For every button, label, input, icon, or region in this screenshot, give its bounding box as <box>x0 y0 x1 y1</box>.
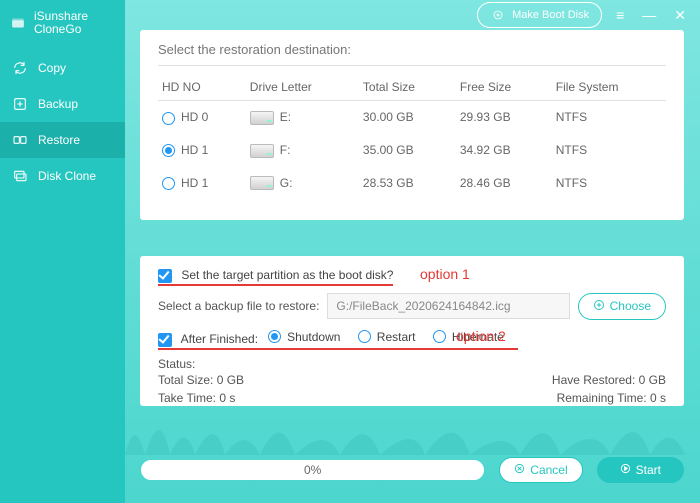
checkbox-after-finished[interactable] <box>158 333 172 347</box>
radio-icon[interactable] <box>162 177 175 190</box>
sidebar-item-label: Disk Clone <box>38 169 96 183</box>
set-boot-label: Set the target partition as the boot dis… <box>181 268 393 282</box>
annotation-option1: option 1 <box>420 266 470 282</box>
titlebar: Make Boot Disk ≡ — ✕ <box>125 0 700 30</box>
drive-icon <box>250 111 274 125</box>
col-fs: File System <box>552 74 666 101</box>
sidebar-item-label: Copy <box>38 61 66 75</box>
choose-button[interactable]: Choose <box>578 293 666 320</box>
col-free: Free Size <box>456 74 552 101</box>
make-boot-label: Make Boot Disk <box>512 9 589 21</box>
radio-icon[interactable] <box>162 144 175 157</box>
restore-icon <box>12 132 28 148</box>
sidebar-item-copy[interactable]: Copy <box>0 50 125 86</box>
brand-line1: iSunshare <box>34 9 88 23</box>
bottom-bar: 0% Cancel Start <box>140 457 684 483</box>
minimize-icon[interactable]: — <box>642 7 656 23</box>
close-icon[interactable]: ✕ <box>674 7 686 24</box>
radio-icon <box>433 330 446 343</box>
plus-circle-icon <box>593 299 605 314</box>
table-row[interactable]: HD 1 G: 28.53 GB 28.46 GB NTFS <box>158 167 666 200</box>
checkbox-set-boot[interactable] <box>158 269 172 283</box>
table-row[interactable]: HD 0 E: 30.00 GB 29.93 GB NTFS <box>158 101 666 134</box>
sidebar-item-label: Backup <box>38 97 78 111</box>
brand-icon <box>10 15 26 31</box>
options-panel: Set the target partition as the boot dis… <box>140 256 684 406</box>
col-letter: Drive Letter <box>246 74 359 101</box>
refresh-icon <box>12 60 28 76</box>
disk-clone-icon <box>12 168 28 184</box>
sidebar-item-backup[interactable]: Backup <box>0 86 125 122</box>
col-hd: HD NO <box>158 74 246 101</box>
sidebar: iSunshare CloneGo Copy Backup Restore Di… <box>0 0 125 503</box>
brand-line2: CloneGo <box>34 22 81 36</box>
after-option-restart[interactable]: Restart <box>358 330 416 344</box>
sidebar-item-label: Restore <box>38 133 80 147</box>
radio-icon <box>268 330 281 343</box>
after-finished-label: After Finished: <box>181 332 258 346</box>
after-finished-row: After Finished: Shutdown Restart Hiberna… <box>158 330 666 347</box>
radio-icon <box>358 330 371 343</box>
window-controls: ≡ — ✕ <box>616 7 686 24</box>
col-total: Total Size <box>359 74 456 101</box>
cancel-icon <box>514 463 525 477</box>
destination-table: HD NO Drive Letter Total Size Free Size … <box>158 74 666 199</box>
table-row[interactable]: HD 1 F: 35.00 GB 34.92 GB NTFS <box>158 134 666 167</box>
progress-bar: 0% <box>140 459 485 481</box>
panel-heading: Select the restoration destination: <box>158 42 666 66</box>
sidebar-item-diskclone[interactable]: Disk Clone <box>0 158 125 194</box>
set-boot-row: Set the target partition as the boot dis… <box>158 268 666 283</box>
radio-icon[interactable] <box>162 112 175 125</box>
destination-panel: Select the restoration destination: HD N… <box>140 30 684 220</box>
play-icon <box>620 463 631 477</box>
disc-icon <box>490 7 506 23</box>
sidebar-item-restore[interactable]: Restore <box>0 122 125 158</box>
menu-icon[interactable]: ≡ <box>616 7 624 23</box>
select-backup-label: Select a backup file to restore: <box>158 299 319 313</box>
status-block: Status: Total Size: 0 GB Have Restored: … <box>158 357 666 407</box>
decoration-grass <box>125 405 685 455</box>
start-button[interactable]: Start <box>597 457 684 483</box>
plus-box-icon <box>12 96 28 112</box>
backup-file-input[interactable] <box>327 293 569 319</box>
status-heading: Status: <box>158 357 666 371</box>
after-option-shutdown[interactable]: Shutdown <box>268 330 340 344</box>
backup-file-row: Select a backup file to restore: Choose <box>158 293 666 320</box>
drive-icon <box>250 176 274 190</box>
drive-icon <box>250 144 274 158</box>
cancel-button[interactable]: Cancel <box>499 457 582 483</box>
brand: iSunshare CloneGo <box>0 6 125 50</box>
annotation-option2: option 2 <box>456 328 506 344</box>
progress-text: 0% <box>304 463 321 477</box>
make-boot-disk-button[interactable]: Make Boot Disk <box>477 2 602 28</box>
